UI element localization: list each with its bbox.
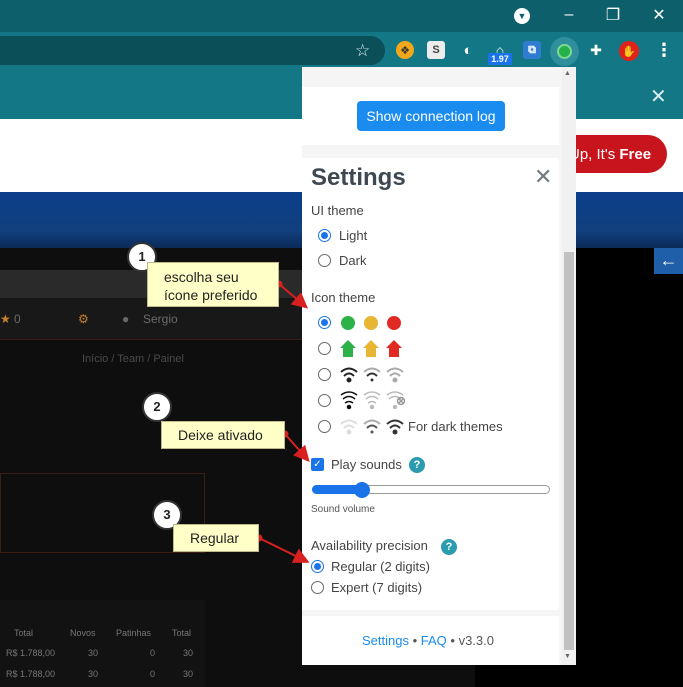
callout-regular: Regular [173, 524, 259, 552]
arrow-3 [255, 534, 310, 563]
annotation-arrows [255, 280, 310, 563]
arrow-1 [275, 280, 309, 309]
callout-choose-icon: escolha seu ícone preferido [147, 262, 279, 307]
arrow-2 [281, 430, 310, 463]
step-2-marker: 2 [142, 392, 172, 422]
callout-keep-enabled: Deixe ativado [161, 421, 285, 449]
